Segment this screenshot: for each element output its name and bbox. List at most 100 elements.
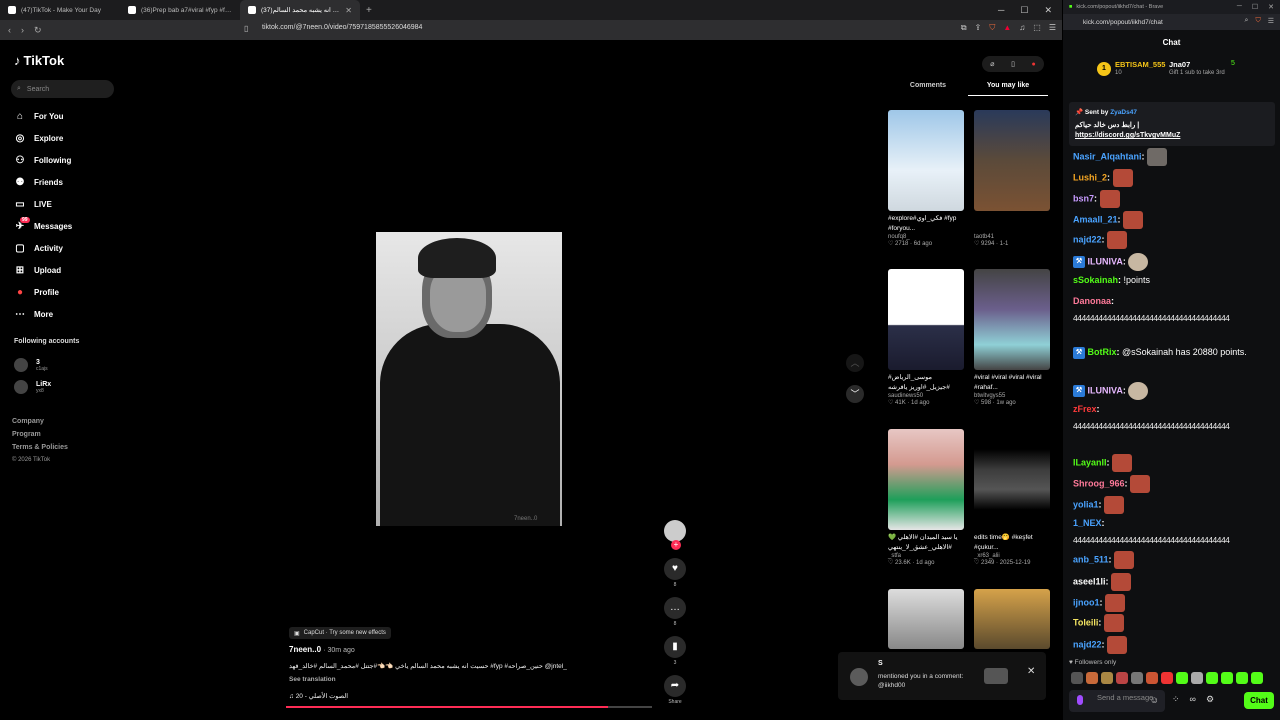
send-message-input[interactable]: Send a message ☺ — [1069, 690, 1165, 712]
emote-button[interactable] — [1206, 672, 1218, 684]
nav-item-following[interactable]: ⚇ Following — [14, 153, 119, 167]
chat-username[interactable]: najd22 — [1073, 639, 1102, 649]
author-avatar-button[interactable]: + — [662, 520, 688, 550]
emote-button[interactable] — [1116, 672, 1128, 684]
recommended-video-card[interactable]: 💚 يا سيد الميدان #الاهلي #الاهلي_عشق_لا_… — [888, 429, 964, 566]
chat-username[interactable]: sSokainah — [1073, 275, 1118, 285]
nav-item-profile[interactable]: ● Profile — [14, 285, 119, 299]
chat-username[interactable]: Shroog_966 — [1073, 478, 1125, 488]
nav-item-for-you[interactable]: ⌂ For You — [14, 109, 119, 123]
recommended-video-card[interactable]: edits time🤭 #keşfet #çukur... _xr63_alii… — [974, 429, 1050, 566]
media-icon[interactable]: ♫ — [1019, 23, 1025, 33]
recommended-video-card[interactable]: #موسى_الرياض #جيزيل_#اوريز يافرشه saudin… — [888, 269, 964, 406]
emote-button[interactable] — [1071, 672, 1083, 684]
like-button[interactable]: ♥ 8 — [662, 558, 688, 588]
close-window-icon[interactable]: ✕ — [1268, 3, 1274, 11]
capcut-effect-chip[interactable]: ▣ CapCut · Try some new effects — [289, 627, 391, 639]
close-tab-icon[interactable]: ✕ — [345, 6, 352, 15]
chat-username[interactable]: 1_NEX — [1073, 518, 1102, 528]
recommended-video-card[interactable]: #viral #viral #viral #viral #rahaf... bt… — [974, 269, 1050, 406]
recommended-video-card[interactable]: #explore#فكي_اوي #fyp #foryou... noufq8_… — [888, 110, 964, 247]
recommended-video-card[interactable] — [974, 589, 1050, 649]
minimize-icon[interactable]: ─ — [1237, 3, 1242, 11]
cast-icon[interactable]: ⧉ — [961, 23, 967, 33]
compass-icon[interactable]: ⌀ — [990, 60, 994, 68]
nav-item-explore[interactable]: ◎ Explore — [14, 131, 119, 145]
close-icon[interactable]: ✕ — [1027, 666, 1035, 677]
nav-item-activity[interactable]: ▢ Activity — [14, 241, 119, 255]
maximize-icon[interactable]: ☐ — [1020, 5, 1028, 16]
mic-icon[interactable] — [1077, 695, 1083, 705]
chat-username[interactable]: Lushi_2 — [1073, 172, 1107, 182]
video-player[interactable]: 7neen..0 — [376, 232, 562, 526]
reload-icon[interactable]: ↻ — [34, 25, 42, 36]
tab-tiktok-home[interactable]: (47)TikTok - Make Your Day — [0, 0, 120, 20]
footer-program-link[interactable]: Program — [12, 431, 41, 438]
tiktok-logo[interactable]: ♪ TikTok — [14, 53, 64, 68]
nav-item-live[interactable]: ▭ LIVE — [14, 197, 119, 211]
sound-link[interactable]: ♫ الصوت الأصلي - 20 — [289, 692, 348, 700]
emoji-icon[interactable]: ☺ — [1150, 695, 1159, 705]
url-field[interactable]: tiktok.com/@7neen.0/video/75971858555260… — [262, 24, 422, 31]
back-icon[interactable]: ‹ — [8, 25, 11, 35]
recommended-video-card[interactable]: taotb41 ♡ 9294 · 1-1 — [974, 110, 1050, 247]
save-button[interactable]: ▮ 3 — [662, 636, 688, 666]
chat-username[interactable]: ILUNIVA — [1088, 385, 1123, 395]
extensions-icon[interactable]: ⬚ — [1033, 23, 1041, 33]
chat-username[interactable]: ILUNIVA — [1088, 256, 1123, 266]
chat-username[interactable]: ijnoo1 — [1073, 597, 1100, 607]
footer-company-link[interactable]: Company — [12, 418, 44, 425]
comment-button[interactable]: … 8 — [662, 597, 688, 627]
emote-button[interactable] — [1176, 672, 1188, 684]
video-author[interactable]: 7neen..0 · 30m ago — [289, 645, 355, 654]
settings-icon[interactable]: ⚙ — [1206, 694, 1214, 705]
emote-button[interactable] — [1101, 672, 1113, 684]
rewards-icon[interactable]: ▲ — [1003, 23, 1011, 33]
chat-username[interactable]: BotRix — [1088, 347, 1117, 357]
tab-video-active[interactable]: (37)حسيت انه يشبه محمد السالم ✕ — [240, 0, 360, 20]
chat-username[interactable]: yolia1 — [1073, 499, 1099, 509]
video-progress-bar[interactable] — [286, 706, 652, 708]
share-icon[interactable]: ⇪ — [975, 23, 982, 33]
chat-username[interactable]: aseel1li — [1073, 576, 1106, 586]
see-translation-link[interactable]: See translation — [289, 676, 336, 683]
emote-button[interactable] — [1221, 672, 1233, 684]
top-gifter-name[interactable]: EBTISAM_555 — [1115, 60, 1165, 69]
chat-username[interactable]: Amaall_21 — [1073, 214, 1118, 224]
chat-username[interactable]: Danonaa — [1073, 296, 1111, 306]
nav-item-more[interactable]: ⋯ More — [14, 307, 119, 321]
footer-terms-link[interactable]: Terms & Policies — [12, 444, 68, 451]
nav-item-friends[interactable]: ⚉ Friends — [14, 175, 119, 189]
previous-video-button[interactable]: ︿ — [846, 354, 864, 372]
mention-notification[interactable]: S mentioned you in a comment: @iikhd00 ✕ — [838, 652, 1046, 700]
infinity-icon[interactable]: ∞ — [1190, 694, 1196, 705]
zoom-icon[interactable]: ⌕ — [1245, 17, 1249, 25]
kick-url[interactable]: kick.com/popout/iikhd7/chat — [1083, 19, 1163, 26]
forward-icon[interactable]: › — [21, 25, 24, 35]
following-account[interactable]: LiRx yx8 — [14, 380, 51, 394]
chat-username[interactable]: zFrex — [1073, 404, 1097, 414]
recommended-video-card[interactable] — [888, 589, 964, 649]
emote-button[interactable] — [1251, 672, 1263, 684]
nav-item-upload[interactable]: ⊞ Upload — [14, 263, 119, 277]
emote-button[interactable] — [1191, 672, 1203, 684]
pinned-user[interactable]: ZyaDs47 — [1110, 109, 1137, 116]
points-icon[interactable]: ⁘ — [1172, 694, 1180, 705]
pinned-link[interactable]: https://discord.gg/sTkvgvMMuZ — [1075, 132, 1180, 139]
pinned-message[interactable]: 📌 Sent by ZyaDs47 رابط دس خالد حياكم | h… — [1069, 102, 1275, 146]
chat-username[interactable]: anb_511 — [1073, 554, 1109, 564]
emote-button[interactable] — [1161, 672, 1173, 684]
chat-username[interactable]: Nasir_Alqahtani — [1073, 151, 1142, 161]
chat-username[interactable]: Toleili — [1073, 617, 1098, 627]
chat-username[interactable]: bsn7 — [1073, 193, 1094, 203]
nav-item-messages[interactable]: ✈ 99 Messages — [14, 216, 119, 233]
next-video-button[interactable]: ﹀ — [846, 385, 864, 403]
emote-button[interactable] — [1131, 672, 1143, 684]
search-input[interactable]: ⌕ Search — [11, 80, 114, 98]
device-icon[interactable]: ▯ — [1011, 60, 1015, 68]
emote-button[interactable] — [1146, 672, 1158, 684]
chat-username[interactable]: ILayanII — [1073, 457, 1107, 467]
maximize-icon[interactable]: ☐ — [1252, 3, 1258, 11]
send-chat-button[interactable]: Chat — [1244, 692, 1274, 709]
menu-icon[interactable]: ☰ — [1049, 23, 1056, 33]
